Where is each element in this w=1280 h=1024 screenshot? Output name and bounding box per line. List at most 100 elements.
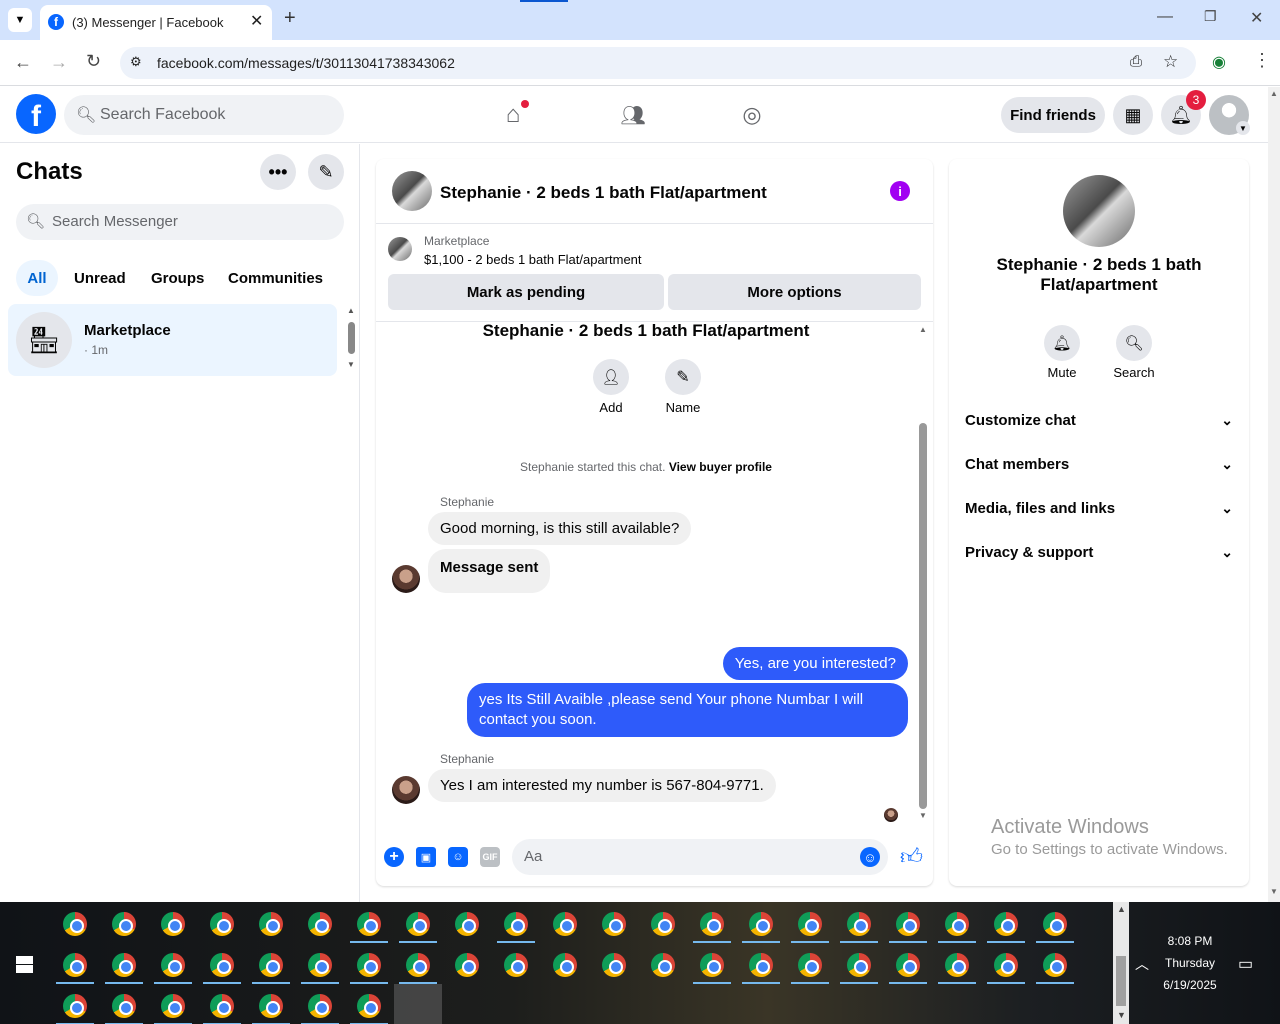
chrome-taskbar-icon[interactable] <box>1043 912 1067 936</box>
customize-chat-section[interactable]: Customize chat ⌄ <box>965 412 1233 429</box>
privacy-support-section[interactable]: Privacy & support ⌄ <box>965 544 1233 561</box>
incoming-message[interactable]: Message sent <box>428 549 551 593</box>
chrome-taskbar-icon[interactable] <box>455 912 479 936</box>
chrome-taskbar-icon[interactable] <box>308 912 332 936</box>
notification-center-icon[interactable]: ▭ <box>1238 954 1253 974</box>
show-hidden-icons-chevron-icon[interactable]: ︿ <box>1135 954 1149 974</box>
chat-list-scrollbar[interactable]: ▲ ▼ <box>346 306 356 372</box>
close-window-icon[interactable]: ✕ <box>1250 8 1263 28</box>
facebook-logo-icon[interactable]: f <box>16 94 56 134</box>
chrome-taskbar-icon[interactable] <box>210 994 234 1018</box>
chrome-taskbar-icon[interactable] <box>798 912 822 936</box>
bookmark-star-icon[interactable]: ☆ <box>1163 52 1178 72</box>
find-friends-button[interactable]: Find friends <box>1001 97 1105 133</box>
chrome-taskbar-icon[interactable] <box>112 953 136 977</box>
sticker-icon[interactable]: ☺ <box>448 847 468 867</box>
chrome-taskbar-icon[interactable] <box>602 912 626 936</box>
menu-dots-icon[interactable]: ⋮ <box>1253 50 1271 71</box>
messenger-search[interactable]: 🔍︎ Search Messenger <box>16 204 344 240</box>
more-actions-plus-icon[interactable]: + <box>384 847 404 867</box>
chrome-taskbar-icon[interactable] <box>700 953 724 977</box>
emoji-icon[interactable]: ☺ <box>860 847 880 867</box>
new-tab-icon[interactable]: + <box>284 7 296 30</box>
filter-groups[interactable]: Groups <box>151 270 204 287</box>
chrome-taskbar-icon[interactable] <box>504 912 528 936</box>
chrome-taskbar-icon[interactable] <box>406 953 430 977</box>
chrome-taskbar-icon[interactable] <box>1043 953 1067 977</box>
chrome-taskbar-icon[interactable] <box>602 953 626 977</box>
back-icon[interactable]: ← <box>14 52 32 73</box>
new-message-icon[interactable]: ✎ <box>308 154 344 190</box>
stephanie-avatar[interactable] <box>392 565 420 593</box>
chat-members-section[interactable]: Chat members ⌄ <box>965 456 1233 473</box>
filter-communities[interactable]: Communities <box>228 270 323 287</box>
address-bar[interactable]: ⚙ facebook.com/messages/t/30113041738343… <box>120 47 1196 79</box>
gif-icon[interactable]: GIF <box>480 847 500 867</box>
messages-scrollbar[interactable]: ▲ ▼ <box>917 323 929 823</box>
view-buyer-profile-link[interactable]: View buyer profile <box>669 460 772 474</box>
forward-icon[interactable]: → <box>50 52 68 73</box>
message-input[interactable]: Aa ☺ <box>512 839 888 875</box>
menu-grid-icon[interactable]: ▦ <box>1113 95 1153 135</box>
chrome-taskbar-icon[interactable] <box>259 994 283 1018</box>
friends-icon[interactable]: 👥︎ <box>618 101 648 129</box>
chrome-taskbar-icon[interactable] <box>847 912 871 936</box>
media-files-links-section[interactable]: Media, files and links ⌄ <box>965 500 1233 517</box>
edit-name-icon[interactable]: ✎ <box>665 359 701 395</box>
chrome-taskbar-icon[interactable] <box>896 953 920 977</box>
chrome-taskbar-icon[interactable] <box>945 953 969 977</box>
chrome-taskbar-icon[interactable] <box>210 912 234 936</box>
mark-as-pending-button[interactable]: Mark as pending <box>388 274 664 310</box>
page-scrollbar[interactable]: ▲ ▼ <box>1268 87 1280 902</box>
chrome-taskbar-icon[interactable] <box>749 953 773 977</box>
chrome-taskbar-icon[interactable] <box>700 912 724 936</box>
browser-tab[interactable]: f (3) Messenger | Facebook ✕ <box>40 5 272 40</box>
listing-detail[interactable]: $1,100 - 2 beds 1 bath Flat/apartment <box>424 252 642 267</box>
conversation-avatar[interactable] <box>392 171 432 211</box>
incoming-message[interactable]: Good morning, is this still available? <box>428 512 692 545</box>
chrome-taskbar-icon[interactable] <box>945 912 969 936</box>
close-tab-icon[interactable]: ✕ <box>250 11 263 31</box>
stephanie-avatar[interactable] <box>392 776 420 804</box>
taskbar-scrollbar[interactable]: ▲ ▼ <box>1113 902 1129 1024</box>
search-in-chat-icon[interactable]: 🔍︎ <box>1116 325 1152 361</box>
clock-day[interactable]: Thursday <box>1160 956 1220 970</box>
reload-icon[interactable]: ↻ <box>86 51 101 72</box>
minimize-icon[interactable]: — <box>1157 8 1173 26</box>
chrome-taskbar-icon[interactable] <box>798 953 822 977</box>
outgoing-message[interactable]: yes Its Still Avaible ,please send Your … <box>467 683 908 737</box>
chrome-taskbar-icon[interactable] <box>63 912 87 936</box>
chrome-taskbar-icon[interactable] <box>210 953 234 977</box>
chrome-taskbar-icon[interactable] <box>847 953 871 977</box>
groups-icon[interactable]: ◎ <box>737 101 767 129</box>
profile-picture[interactable] <box>1063 175 1135 247</box>
outgoing-message[interactable]: Yes, are you interested? <box>722 647 908 680</box>
chrome-taskbar-icon[interactable] <box>553 912 577 936</box>
tab-search-button[interactable]: ▼ <box>8 8 32 32</box>
chrome-taskbar-icon[interactable] <box>406 912 430 936</box>
attach-photo-icon[interactable]: ▣ <box>416 847 436 867</box>
chrome-taskbar-icon[interactable] <box>651 912 675 936</box>
install-app-icon[interactable]: ⎙ <box>1130 53 1142 70</box>
chrome-taskbar-icon[interactable] <box>161 994 185 1018</box>
chrome-taskbar-icon[interactable] <box>161 912 185 936</box>
clock-time[interactable]: 8:08 PM <box>1160 934 1220 948</box>
chrome-taskbar-icon[interactable] <box>455 953 479 977</box>
add-person-icon[interactable]: 👤︎ <box>593 359 629 395</box>
incoming-message[interactable]: Yes I am interested my number is 567-804… <box>428 769 776 802</box>
chrome-taskbar-icon[interactable] <box>112 994 136 1018</box>
chrome-taskbar-icon[interactable] <box>357 994 381 1018</box>
chrome-taskbar-icon[interactable] <box>259 953 283 977</box>
windows-start-icon[interactable] <box>16 956 33 973</box>
chrome-taskbar-icon[interactable] <box>308 953 332 977</box>
more-options-icon[interactable]: ••• <box>260 154 296 190</box>
like-thumb-icon[interactable]: 👍︎ <box>900 843 923 870</box>
chrome-taskbar-icon[interactable] <box>259 912 283 936</box>
mute-bell-icon[interactable]: 🔔︎ <box>1044 325 1080 361</box>
chrome-taskbar-icon[interactable] <box>112 912 136 936</box>
restore-icon[interactable]: ❐ <box>1204 8 1217 25</box>
chrome-taskbar-icon[interactable] <box>357 912 381 936</box>
chrome-taskbar-icon[interactable] <box>994 912 1018 936</box>
filter-unread[interactable]: Unread <box>74 270 126 287</box>
clock-date[interactable]: 6/19/2025 <box>1160 978 1220 992</box>
